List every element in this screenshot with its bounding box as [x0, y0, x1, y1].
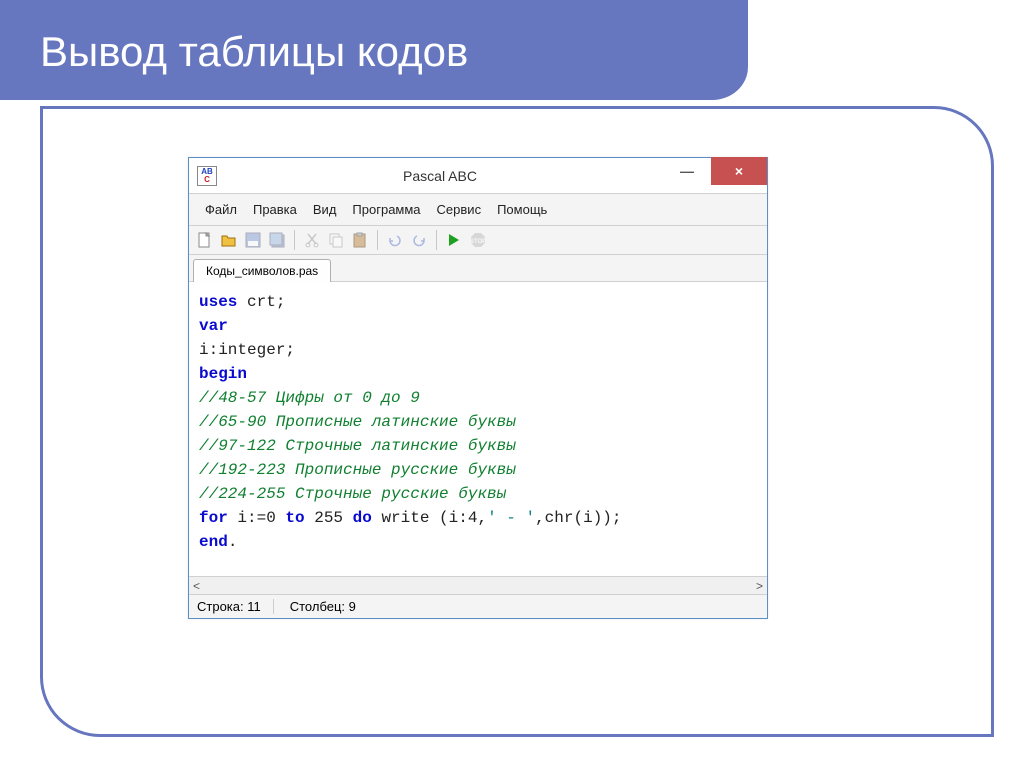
- code-comment: //48-57 Цифры от 0 до 9: [199, 389, 420, 407]
- run-icon[interactable]: [444, 230, 464, 250]
- file-tab[interactable]: Коды_символов.pas: [193, 259, 331, 282]
- code-comment: //65-90 Прописные латинские буквы: [199, 413, 516, 431]
- minimize-button[interactable]: —: [663, 157, 711, 185]
- toolbar: STOP: [189, 226, 767, 255]
- svg-text:STOP: STOP: [470, 239, 486, 245]
- redo-icon[interactable]: [409, 230, 429, 250]
- save-all-icon[interactable]: [267, 230, 287, 250]
- code-keyword: var: [199, 317, 228, 335]
- cut-icon[interactable]: [302, 230, 322, 250]
- code-comment: //224-255 Строчные русские буквы: [199, 485, 506, 503]
- save-icon[interactable]: [243, 230, 263, 250]
- menu-help[interactable]: Помощь: [489, 200, 555, 219]
- code-keyword: begin: [199, 365, 247, 383]
- status-bar: Строка: 11 Столбец: 9: [189, 594, 767, 618]
- menu-edit[interactable]: Правка: [245, 200, 305, 219]
- paste-icon[interactable]: [350, 230, 370, 250]
- menubar: Файл Правка Вид Программа Сервис Помощь: [189, 194, 767, 226]
- menu-program[interactable]: Программа: [344, 200, 428, 219]
- scroll-left-icon[interactable]: <: [193, 579, 200, 593]
- app-icon: AB C: [197, 166, 217, 186]
- stop-icon[interactable]: STOP: [468, 230, 488, 250]
- menu-view[interactable]: Вид: [305, 200, 345, 219]
- slide-title-text: Вывод таблицы кодов: [40, 28, 468, 75]
- menu-file[interactable]: Файл: [197, 200, 245, 219]
- copy-icon[interactable]: [326, 230, 346, 250]
- code-editor[interactable]: uses crt; var i:integer; begin //48-57 Ц…: [189, 282, 767, 576]
- window-titlebar[interactable]: AB C Pascal ABC — ×: [189, 158, 767, 194]
- code-keyword: uses: [199, 293, 237, 311]
- horizontal-scrollbar[interactable]: < >: [189, 576, 767, 594]
- slide-title: Вывод таблицы кодов: [0, 0, 748, 103]
- window-title: Pascal ABC: [217, 168, 663, 184]
- pascal-abc-window: AB C Pascal ABC — × Файл Правка Вид Прог…: [188, 157, 768, 619]
- tab-bar: Коды_символов.pas: [189, 255, 767, 282]
- undo-icon[interactable]: [385, 230, 405, 250]
- new-file-icon[interactable]: [195, 230, 215, 250]
- close-button[interactable]: ×: [711, 157, 767, 185]
- code-comment: //192-223 Прописные русские буквы: [199, 461, 516, 479]
- code-comment: //97-122 Строчные латинские буквы: [199, 437, 516, 455]
- menu-service[interactable]: Сервис: [429, 200, 490, 219]
- status-col: Столбец: 9: [290, 599, 368, 614]
- content-frame: AB C Pascal ABC — × Файл Правка Вид Прог…: [40, 106, 994, 737]
- status-row: Строка: 11: [197, 599, 274, 614]
- scroll-right-icon[interactable]: >: [756, 579, 763, 593]
- open-file-icon[interactable]: [219, 230, 239, 250]
